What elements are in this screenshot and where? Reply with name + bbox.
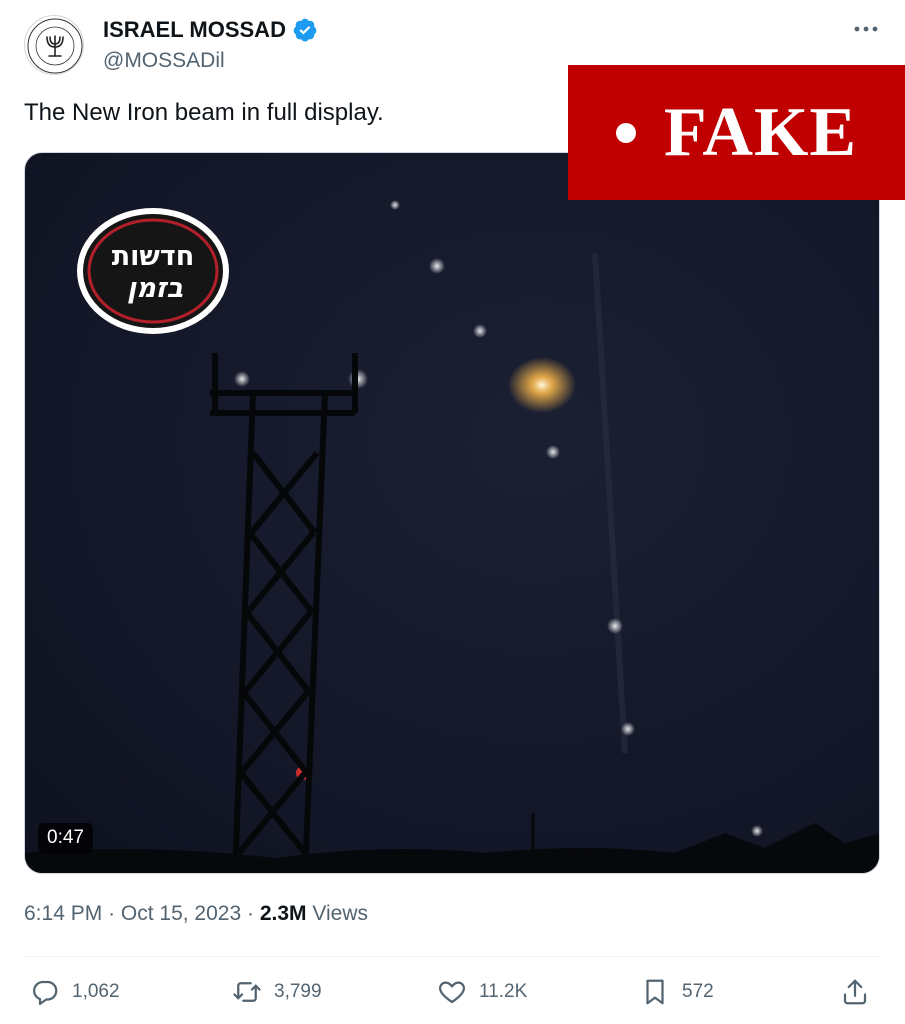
fake-overlay-banner: FAKE bbox=[568, 65, 905, 200]
more-button[interactable] bbox=[846, 14, 886, 44]
tweet-text: The New Iron beam in full display. bbox=[24, 99, 384, 126]
like-count: 11.2K bbox=[479, 981, 528, 1002]
video-duration: 0:47 bbox=[38, 823, 93, 853]
fake-label: FAKE bbox=[663, 93, 858, 171]
bookmark-button[interactable]: 572 bbox=[640, 972, 714, 1012]
reply-button[interactable]: 1,062 bbox=[30, 972, 120, 1012]
author-name-row[interactable]: ISRAEL MOSSAD bbox=[103, 17, 318, 43]
views-label: Views bbox=[312, 902, 369, 925]
repost-count: 3,799 bbox=[274, 981, 322, 1002]
meta-separator: · bbox=[247, 902, 254, 925]
bookmark-icon bbox=[646, 979, 664, 1005]
reply-count: 1,062 bbox=[72, 981, 120, 1002]
repost-button[interactable]: 3,799 bbox=[232, 972, 322, 1012]
bullet-dot-icon bbox=[615, 122, 636, 143]
verified-badge-icon bbox=[293, 18, 317, 42]
tweet-meta: 6:14 PM · Oct 15, 2023 · 2.3M Views bbox=[24, 902, 368, 926]
reply-icon bbox=[33, 980, 58, 1005]
share-button[interactable] bbox=[840, 972, 870, 1012]
action-bar: 1,062 3,799 11.2K 572 bbox=[0, 972, 905, 1012]
channel-logo: חדשות בזמן bbox=[77, 208, 229, 334]
repost-icon bbox=[233, 982, 261, 1002]
divider bbox=[24, 956, 880, 957]
tweet-time[interactable]: 6:14 PM bbox=[24, 902, 102, 925]
mossad-emblem-icon bbox=[27, 18, 83, 74]
author-name[interactable]: ISRAEL MOSSAD bbox=[103, 17, 286, 43]
channel-logo-line-2: בזמן bbox=[127, 273, 183, 304]
channel-logo-line-1: חדשות bbox=[112, 241, 195, 272]
heart-icon bbox=[439, 981, 465, 1004]
tweet-date[interactable]: Oct 15, 2023 bbox=[121, 902, 241, 925]
views-count: 2.3M bbox=[259, 902, 307, 925]
meta-separator: · bbox=[108, 902, 116, 925]
avatar[interactable] bbox=[24, 15, 84, 75]
more-icon bbox=[854, 26, 878, 32]
video-player[interactable]: חדשות בזמן bbox=[24, 152, 880, 874]
bookmark-count: 572 bbox=[682, 981, 714, 1002]
share-icon bbox=[843, 979, 867, 1005]
author-handle[interactable]: @MOSSADil bbox=[103, 49, 225, 73]
like-button[interactable]: 11.2K bbox=[437, 972, 527, 1012]
